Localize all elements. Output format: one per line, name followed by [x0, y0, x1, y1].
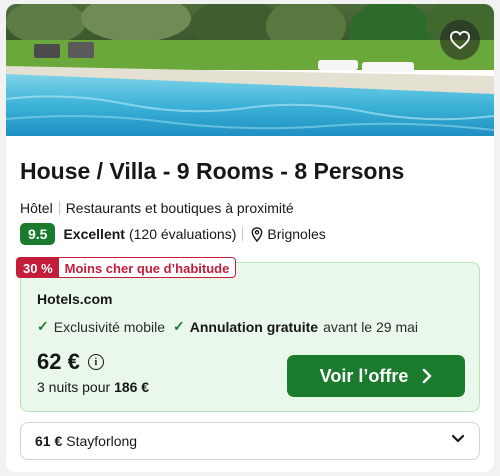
- discount-percent: 30 %: [17, 258, 59, 277]
- divider: [58, 201, 60, 215]
- discount-text: Moins cher que d’habitude: [64, 261, 230, 276]
- map-pin-icon: [251, 226, 263, 242]
- deal-provider: Hotels.com: [37, 291, 113, 307]
- view-offer-button[interactable]: Voir l’offre: [287, 355, 465, 397]
- nights-label: 3 nuits pour: [37, 379, 115, 395]
- alt-offer-price: 61 €: [35, 433, 63, 449]
- hotel-photo[interactable]: [6, 4, 494, 136]
- divider: [242, 227, 244, 241]
- deal-price-row: 62 € i: [37, 349, 104, 375]
- alt-offer-provider: Stayforlong: [66, 433, 138, 449]
- feature-free-cancellation: Annulation gratuite: [189, 318, 319, 335]
- heart-icon: [449, 30, 471, 50]
- favorite-button[interactable]: [440, 20, 480, 60]
- chevron-down-icon: [451, 434, 465, 443]
- chevron-right-icon: [423, 368, 432, 384]
- deal-price: 62 €: [37, 349, 80, 374]
- check-icon: ✓: [37, 318, 49, 334]
- rating-label: Excellent: [63, 226, 125, 242]
- accommodation-type: Hôtel: [20, 200, 53, 216]
- hotel-card[interactable]: House / Villa - 9 Rooms - 8 Persons Hôte…: [6, 4, 494, 472]
- view-offer-label: Voir l’offre: [319, 365, 409, 386]
- check-icon: ✓: [173, 318, 185, 334]
- pool-image: [6, 4, 494, 136]
- rating-row: 9.5 Excellent (120 évaluations) Brignole…: [20, 223, 326, 245]
- feature-mobile-exclusive: Exclusivité mobile: [53, 318, 165, 335]
- listing-title[interactable]: House / Villa - 9 Rooms - 8 Persons: [20, 158, 404, 185]
- review-count[interactable]: (120 évaluations): [129, 226, 236, 242]
- info-icon[interactable]: i: [87, 354, 104, 370]
- nearby-amenities: Restaurants et boutiques à proximité: [65, 200, 294, 216]
- deal-box[interactable]: Hotels.com ✓ Exclusivité mobile ✓ Annula…: [20, 262, 480, 412]
- listing-meta: Hôtel Restaurants et boutiques à proximi…: [20, 200, 294, 216]
- deal-features: ✓ Exclusivité mobile ✓ Annulation gratui…: [37, 318, 418, 335]
- total-price-line: 3 nuits pour 186 €: [37, 379, 149, 395]
- total-price: 186 €: [114, 379, 150, 395]
- other-offers-dropdown[interactable]: 61 € Stayforlong: [20, 422, 480, 460]
- feature-cancellation-deadline: avant le 29 mai: [323, 318, 419, 335]
- discount-badge: 30 % Moins cher que d’habitude: [16, 257, 237, 278]
- location-name[interactable]: Brignoles: [267, 226, 325, 242]
- rating-score-badge: 9.5: [20, 223, 56, 245]
